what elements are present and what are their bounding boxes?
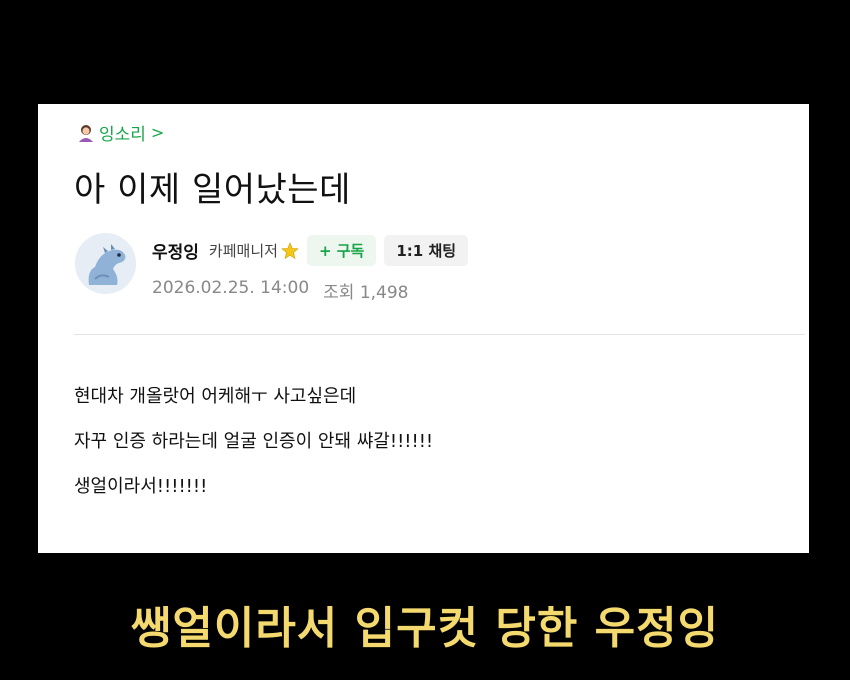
star-icon xyxy=(281,241,299,260)
chat-button[interactable]: 1:1 채팅 xyxy=(384,235,469,266)
chevron-right-icon: > xyxy=(150,123,165,142)
subscribe-button[interactable]: + 구독 xyxy=(306,235,377,266)
post-card: 잉소리 > 아 이제 일어났는데 우정잉 카페매니저 + 구독 1:1 채팅 2… xyxy=(38,104,809,553)
divider xyxy=(74,334,805,335)
person-emoji-icon xyxy=(76,123,96,143)
author-name[interactable]: 우정잉 xyxy=(152,238,199,263)
author-row: 우정잉 카페매니저 + 구독 1:1 채팅 xyxy=(152,235,469,266)
category-label: 잉소리 xyxy=(99,125,146,145)
post-meta: 2026.02.25. 14:00 조회 1,498 xyxy=(152,278,409,303)
body-line: 자꾸 인증 하라는데 얼굴 인증이 안돼 쌰갈!!!!!! xyxy=(74,431,434,452)
view-count: 조회 1,498 xyxy=(323,283,409,303)
post-body: 현대차 개올랏어 어케해ㅜ 사고싶은데 자꾸 인증 하라는데 얼굴 인증이 안돼… xyxy=(74,374,433,509)
caption: 쌩얼이라서 입구컷 당한 우정잉 xyxy=(130,603,720,654)
body-line: 생얼이라서!!!!!!! xyxy=(74,476,208,497)
body-line: 현대차 개올랏어 어케해ㅜ 사고싶은데 xyxy=(74,386,357,407)
category-link[interactable]: 잉소리 > xyxy=(76,120,164,145)
post-date: 2026.02.25. 14:00 xyxy=(152,278,310,298)
post-title: 아 이제 일어났는데 xyxy=(74,170,351,210)
dinosaur-avatar xyxy=(75,233,136,294)
author-role: 카페매니저 xyxy=(208,242,278,260)
avatar[interactable] xyxy=(75,233,136,294)
